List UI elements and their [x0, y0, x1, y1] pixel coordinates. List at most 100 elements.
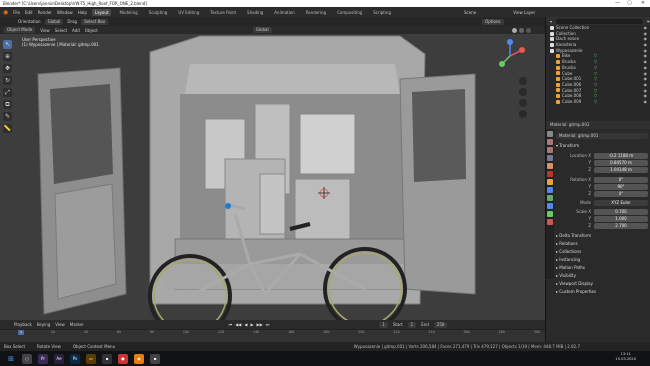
tool-tab-icon[interactable] — [547, 131, 553, 137]
location-x-field[interactable]: -0.2 1180 m — [594, 153, 648, 159]
tab-shading[interactable]: Shading — [244, 9, 266, 16]
add-menu[interactable]: Add — [72, 28, 80, 33]
scale-z-field[interactable]: 2.700 — [594, 223, 648, 229]
maximize-icon[interactable]: ▢ — [627, 0, 632, 7]
timeline[interactable]: 0 20 40 60 80 100 120 140 160 180 200 22… — [0, 329, 545, 342]
measure-tool-icon[interactable]: 📏 — [3, 124, 12, 133]
tab-rendering[interactable]: Rendering — [303, 9, 329, 16]
tab-texture-paint[interactable]: Texture Paint — [207, 9, 239, 16]
world-tab-icon[interactable] — [547, 171, 553, 177]
scale-y-field[interactable]: 1.000 — [594, 216, 648, 222]
minimize-icon[interactable]: — — [615, 0, 620, 7]
menu-window[interactable]: Window — [57, 10, 73, 15]
view-layer-tab-icon[interactable] — [547, 155, 553, 161]
object-name-field[interactable]: Material: gitmp.001 — [556, 133, 648, 139]
constraints-tab-icon[interactable] — [547, 203, 553, 209]
prev-key-icon[interactable]: ◀◀ — [235, 322, 241, 327]
object-menu[interactable]: Object — [85, 28, 98, 33]
rotation-y-field[interactable]: 90° — [594, 184, 648, 190]
material-shading-icon[interactable] — [518, 27, 524, 33]
tab-modeling[interactable]: Modeling — [116, 9, 140, 16]
custom-properties-panel[interactable]: ▸ Custom Properties — [556, 289, 596, 294]
jump-start-icon[interactable]: ⏮ — [229, 322, 233, 327]
tab-compositing[interactable]: Compositing — [334, 9, 365, 16]
modifier-tab-icon[interactable] — [547, 187, 553, 193]
visibility-panel[interactable]: ▸ Visibility — [556, 273, 576, 278]
view-layer-selector[interactable]: View Layer — [513, 10, 535, 15]
annotate-tool-icon[interactable]: ✎ — [3, 112, 12, 121]
menu-render[interactable]: Render — [38, 10, 52, 15]
blender-logo-icon[interactable]: ◉ — [3, 9, 8, 16]
marker-menu[interactable]: Marker — [70, 322, 84, 327]
outliner-row[interactable]: Cube.009 ▽ ◉ — [546, 99, 650, 105]
tab-uv-editing[interactable]: UV Editing — [175, 9, 202, 16]
file-explorer-icon[interactable]: ▭ — [86, 353, 96, 364]
location-z-field[interactable]: 1.04148 m — [594, 167, 648, 173]
orientation-dropdown[interactable]: Global — [44, 18, 64, 25]
menu-help[interactable]: Help — [78, 10, 87, 15]
scale-x-field[interactable]: 0.700 — [594, 209, 648, 215]
tab-animation[interactable]: Animation — [271, 9, 297, 16]
current-frame-field[interactable]: 1 — [379, 321, 388, 328]
play-reverse-icon[interactable]: ◀ — [244, 322, 247, 327]
rotate-tool-icon[interactable]: ↻ — [3, 76, 12, 85]
select-menu[interactable]: Select — [55, 28, 67, 33]
3d-viewport[interactable] — [0, 34, 545, 320]
end-frame-field[interactable]: 250 — [433, 321, 448, 328]
select-tool-icon[interactable]: ↖ — [3, 40, 12, 49]
playhead[interactable]: 1 — [18, 330, 24, 335]
instancing-panel[interactable]: ▸ Instancing — [556, 257, 580, 262]
select-box-dropdown[interactable]: Select Box — [81, 18, 109, 25]
navigation-gizmo[interactable] — [490, 36, 530, 136]
location-y-field[interactable]: 0.84570 m — [594, 160, 648, 166]
play-icon[interactable]: ▶ — [250, 322, 253, 327]
collections-panel[interactable]: ▸ Collections — [556, 249, 581, 254]
relations-panel[interactable]: ▸ Relations — [556, 241, 578, 246]
windows-start-icon[interactable]: ⊞ — [6, 354, 16, 364]
move-tool-icon[interactable]: ✥ — [3, 64, 12, 73]
transform-panel-header[interactable]: ▾ Transform — [556, 143, 579, 148]
scene-tab-icon[interactable] — [547, 163, 553, 169]
cursor-tool-icon[interactable]: ⊕ — [3, 52, 12, 61]
browser-icon[interactable]: ● — [118, 353, 128, 364]
blender-app-icon[interactable]: ◉ — [134, 353, 144, 364]
scene-selector[interactable]: Scene — [464, 10, 476, 15]
menu-file[interactable]: File — [13, 10, 20, 15]
playback-menu[interactable]: Playback — [14, 322, 32, 327]
close-icon[interactable]: ✕ — [641, 0, 645, 7]
object-tab-icon[interactable] — [547, 179, 553, 185]
solid-shading-icon[interactable] — [511, 27, 517, 33]
photoshop-app-icon[interactable]: Ps — [70, 353, 80, 364]
search-icon[interactable]: ○ — [22, 353, 32, 364]
rotation-z-field[interactable]: 0° — [594, 191, 648, 197]
transform-tool-icon[interactable]: ⧉ — [3, 100, 12, 109]
rotation-mode-dropdown[interactable]: XYZ Euler — [594, 200, 648, 206]
tab-sculpting[interactable]: Sculpting — [146, 9, 171, 16]
app-icon[interactable]: ▪ — [102, 353, 112, 364]
transform-orientation-dropdown[interactable]: Global — [252, 27, 272, 33]
menu-edit[interactable]: Edit — [25, 10, 33, 15]
scale-tool-icon[interactable]: ⤢ — [3, 88, 12, 97]
after-effects-app-icon[interactable]: Ae — [54, 353, 64, 364]
visibility-icon[interactable]: ◉ — [644, 99, 648, 105]
jump-end-icon[interactable]: ⏭ — [266, 322, 270, 327]
tab-scripting[interactable]: Scripting — [370, 9, 394, 16]
rotation-x-field[interactable]: 0° — [594, 177, 648, 183]
viewport-display-panel[interactable]: ▸ Viewport Display — [556, 281, 593, 286]
outliner-filter-icon[interactable]: ▾ — [550, 19, 552, 24]
next-key-icon[interactable]: ▶▶ — [257, 322, 263, 327]
delta-transform-panel[interactable]: ▸ Delta Transform — [556, 233, 591, 238]
rendered-shading-icon[interactable] — [525, 27, 531, 33]
view-menu-timeline[interactable]: View — [55, 322, 65, 327]
outliner-search-input[interactable] — [556, 18, 643, 24]
physics-tab-icon[interactable] — [547, 195, 553, 201]
clock[interactable]: 13:11 15.03.2020 — [615, 352, 636, 362]
output-tab-icon[interactable] — [547, 147, 553, 153]
tab-layout[interactable]: Layout — [91, 8, 112, 16]
options-dropdown[interactable]: Options — [482, 18, 504, 25]
material-tab-icon[interactable] — [547, 219, 553, 225]
motion-paths-panel[interactable]: ▸ Motion Paths — [556, 265, 585, 270]
start-frame-field[interactable]: 1 — [407, 321, 417, 328]
app-icon[interactable]: ▪ — [150, 353, 160, 364]
premiere-app-icon[interactable]: Pr — [38, 353, 48, 364]
